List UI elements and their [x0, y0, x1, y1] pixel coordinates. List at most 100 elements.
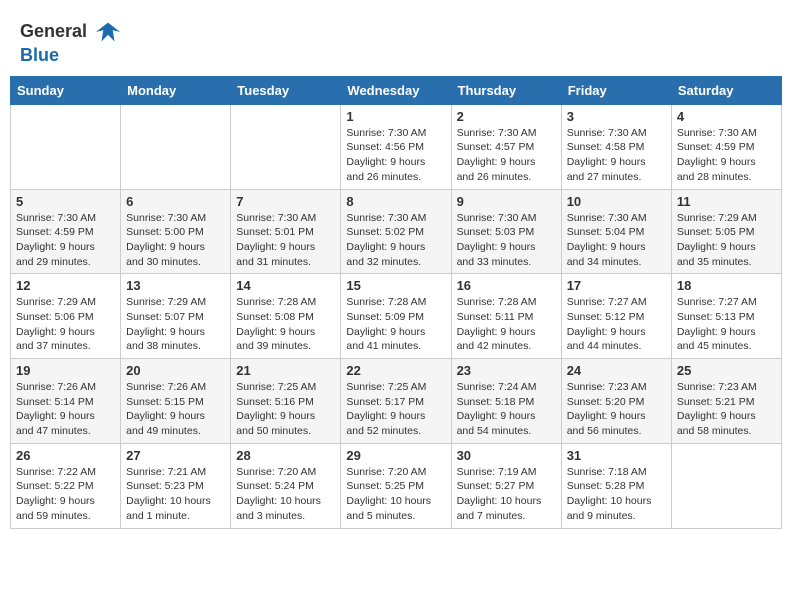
- calendar-cell: 5Sunrise: 7:30 AM Sunset: 4:59 PM Daylig…: [11, 189, 121, 274]
- cell-date-number: 22: [346, 363, 445, 378]
- cell-daylight-info: Sunrise: 7:23 AM Sunset: 5:21 PM Dayligh…: [677, 380, 776, 439]
- cell-date-number: 28: [236, 448, 335, 463]
- calendar-cell: 25Sunrise: 7:23 AM Sunset: 5:21 PM Dayli…: [671, 359, 781, 444]
- calendar-cell: [11, 104, 121, 189]
- calendar-cell: 15 Sunrise: 7:28 AM Sunset: 5:09 PM Dayli…: [341, 274, 451, 359]
- weekday-header-sunday: Sunday: [11, 76, 121, 104]
- logo-blue: Blue: [20, 45, 59, 65]
- calendar-week-row: 12 Sunrise: 7:29 AM Sunset: 5:06 PM Dayli…: [11, 274, 782, 359]
- cell-daylight-info: Sunrise: 7:19 AM Sunset: 5:27 PM Dayligh…: [457, 465, 556, 524]
- cell-daylight-info: Sunrise: 7:20 AM Sunset: 5:25 PM Dayligh…: [346, 465, 445, 524]
- cell-daylight-info: Sunrise: 7:30 AM Sunset: 4:58 PM Dayligh…: [567, 126, 666, 185]
- cell-date-number: 31: [567, 448, 666, 463]
- cell-daylight-info: Sunrise: 7:30 AM Sunset: 5:03 PM Dayligh…: [457, 211, 556, 270]
- calendar-cell: 7 Sunrise: 7:30 AM Sunset: 5:01 PM Daylig…: [231, 189, 341, 274]
- cell-date-number: 7: [236, 194, 335, 209]
- calendar-cell: 20 Sunrise: 7:26 AM Sunset: 5:15 PM Dayli…: [121, 359, 231, 444]
- cell-daylight-info: Sunrise: 7:29 AM Sunset: 5:06 PM Dayligh…: [16, 295, 115, 354]
- cell-daylight-info: Sunrise: 7:22 AM Sunset: 5:22 PM Dayligh…: [16, 465, 115, 524]
- cell-daylight-info: Sunrise: 7:25 AM Sunset: 5:17 PM Dayligh…: [346, 380, 445, 439]
- cell-date-number: 20: [126, 363, 225, 378]
- cell-daylight-info: Sunrise: 7:25 AM Sunset: 5:16 PM Dayligh…: [236, 380, 335, 439]
- calendar-cell: 11 Sunrise: 7:29 AM Sunset: 5:05 PM Dayli…: [671, 189, 781, 274]
- weekday-header-tuesday: Tuesday: [231, 76, 341, 104]
- calendar-cell: 21Sunrise: 7:25 AM Sunset: 5:16 PM Dayli…: [231, 359, 341, 444]
- calendar-cell: 24 Sunrise: 7:23 AM Sunset: 5:20 PM Dayli…: [561, 359, 671, 444]
- cell-date-number: 24: [567, 363, 666, 378]
- cell-daylight-info: Sunrise: 7:26 AM Sunset: 5:15 PM Dayligh…: [126, 380, 225, 439]
- cell-date-number: 2: [457, 109, 556, 124]
- calendar-week-row: 5Sunrise: 7:30 AM Sunset: 4:59 PM Daylig…: [11, 189, 782, 274]
- calendar-cell: 16Sunrise: 7:28 AM Sunset: 5:11 PM Dayli…: [451, 274, 561, 359]
- cell-date-number: 26: [16, 448, 115, 463]
- calendar-cell: 22 Sunrise: 7:25 AM Sunset: 5:17 PM Dayli…: [341, 359, 451, 444]
- calendar-cell: 18Sunrise: 7:27 AM Sunset: 5:13 PM Dayli…: [671, 274, 781, 359]
- calendar-cell: 6 Sunrise: 7:30 AM Sunset: 5:00 PM Daylig…: [121, 189, 231, 274]
- cell-date-number: 4: [677, 109, 776, 124]
- calendar-cell: 2 Sunrise: 7:30 AM Sunset: 4:57 PM Daylig…: [451, 104, 561, 189]
- cell-date-number: 9: [457, 194, 556, 209]
- calendar-cell: 26 Sunrise: 7:22 AM Sunset: 5:22 PM Dayli…: [11, 443, 121, 528]
- cell-daylight-info: Sunrise: 7:18 AM Sunset: 5:28 PM Dayligh…: [567, 465, 666, 524]
- cell-date-number: 11: [677, 194, 776, 209]
- weekday-header-friday: Friday: [561, 76, 671, 104]
- calendar-cell: 12 Sunrise: 7:29 AM Sunset: 5:06 PM Dayli…: [11, 274, 121, 359]
- cell-date-number: 10: [567, 194, 666, 209]
- cell-daylight-info: Sunrise: 7:30 AM Sunset: 5:01 PM Dayligh…: [236, 211, 335, 270]
- cell-date-number: 6: [126, 194, 225, 209]
- cell-daylight-info: Sunrise: 7:29 AM Sunset: 5:07 PM Dayligh…: [126, 295, 225, 354]
- calendar-cell: 9 Sunrise: 7:30 AM Sunset: 5:03 PM Daylig…: [451, 189, 561, 274]
- cell-daylight-info: Sunrise: 7:28 AM Sunset: 5:11 PM Dayligh…: [457, 295, 556, 354]
- calendar-cell: 31 Sunrise: 7:18 AM Sunset: 5:28 PM Dayli…: [561, 443, 671, 528]
- cell-date-number: 13: [126, 278, 225, 293]
- cell-date-number: 15: [346, 278, 445, 293]
- cell-daylight-info: Sunrise: 7:30 AM Sunset: 4:59 PM Dayligh…: [677, 126, 776, 185]
- calendar-cell: 8 Sunrise: 7:30 AM Sunset: 5:02 PM Daylig…: [341, 189, 451, 274]
- calendar-cell: 13 Sunrise: 7:29 AM Sunset: 5:07 PM Dayli…: [121, 274, 231, 359]
- calendar-cell: 17 Sunrise: 7:27 AM Sunset: 5:12 PM Dayli…: [561, 274, 671, 359]
- cell-daylight-info: Sunrise: 7:30 AM Sunset: 4:57 PM Dayligh…: [457, 126, 556, 185]
- cell-date-number: 23: [457, 363, 556, 378]
- calendar-cell: [121, 104, 231, 189]
- calendar-table: SundayMondayTuesdayWednesdayThursdayFrid…: [10, 76, 782, 529]
- cell-daylight-info: Sunrise: 7:29 AM Sunset: 5:05 PM Dayligh…: [677, 211, 776, 270]
- cell-date-number: 8: [346, 194, 445, 209]
- cell-daylight-info: Sunrise: 7:27 AM Sunset: 5:12 PM Dayligh…: [567, 295, 666, 354]
- calendar-cell: 27Sunrise: 7:21 AM Sunset: 5:23 PM Dayli…: [121, 443, 231, 528]
- weekday-header-row: SundayMondayTuesdayWednesdayThursdayFrid…: [11, 76, 782, 104]
- cell-daylight-info: Sunrise: 7:20 AM Sunset: 5:24 PM Dayligh…: [236, 465, 335, 524]
- cell-daylight-info: Sunrise: 7:30 AM Sunset: 4:56 PM Dayligh…: [346, 126, 445, 185]
- calendar-cell: 19Sunrise: 7:26 AM Sunset: 5:14 PM Dayli…: [11, 359, 121, 444]
- header: General Blue: [10, 10, 782, 72]
- cell-daylight-info: Sunrise: 7:30 AM Sunset: 5:02 PM Dayligh…: [346, 211, 445, 270]
- weekday-header-thursday: Thursday: [451, 76, 561, 104]
- cell-date-number: 1: [346, 109, 445, 124]
- calendar-week-row: 1 Sunrise: 7:30 AM Sunset: 4:56 PM Daylig…: [11, 104, 782, 189]
- cell-daylight-info: Sunrise: 7:21 AM Sunset: 5:23 PM Dayligh…: [126, 465, 225, 524]
- weekday-header-saturday: Saturday: [671, 76, 781, 104]
- calendar-cell: 23 Sunrise: 7:24 AM Sunset: 5:18 PM Dayli…: [451, 359, 561, 444]
- calendar-cell: 28 Sunrise: 7:20 AM Sunset: 5:24 PM Dayli…: [231, 443, 341, 528]
- cell-date-number: 14: [236, 278, 335, 293]
- calendar-week-row: 19Sunrise: 7:26 AM Sunset: 5:14 PM Dayli…: [11, 359, 782, 444]
- cell-daylight-info: Sunrise: 7:27 AM Sunset: 5:13 PM Dayligh…: [677, 295, 776, 354]
- calendar-cell: 14Sunrise: 7:28 AM Sunset: 5:08 PM Dayli…: [231, 274, 341, 359]
- cell-date-number: 3: [567, 109, 666, 124]
- cell-daylight-info: Sunrise: 7:30 AM Sunset: 4:59 PM Dayligh…: [16, 211, 115, 270]
- calendar-cell: [671, 443, 781, 528]
- cell-date-number: 12: [16, 278, 115, 293]
- cell-daylight-info: Sunrise: 7:30 AM Sunset: 5:00 PM Dayligh…: [126, 211, 225, 270]
- cell-daylight-info: Sunrise: 7:23 AM Sunset: 5:20 PM Dayligh…: [567, 380, 666, 439]
- logo-bird-icon: [94, 18, 122, 46]
- calendar-cell: 29 Sunrise: 7:20 AM Sunset: 5:25 PM Dayli…: [341, 443, 451, 528]
- cell-daylight-info: Sunrise: 7:28 AM Sunset: 5:09 PM Dayligh…: [346, 295, 445, 354]
- cell-date-number: 17: [567, 278, 666, 293]
- calendar-cell: 30 Sunrise: 7:19 AM Sunset: 5:27 PM Dayli…: [451, 443, 561, 528]
- cell-daylight-info: Sunrise: 7:24 AM Sunset: 5:18 PM Dayligh…: [457, 380, 556, 439]
- calendar-cell: 4 Sunrise: 7:30 AM Sunset: 4:59 PM Daylig…: [671, 104, 781, 189]
- cell-date-number: 30: [457, 448, 556, 463]
- cell-date-number: 29: [346, 448, 445, 463]
- calendar-cell: 10Sunrise: 7:30 AM Sunset: 5:04 PM Dayli…: [561, 189, 671, 274]
- calendar-cell: 3 Sunrise: 7:30 AM Sunset: 4:58 PM Daylig…: [561, 104, 671, 189]
- cell-daylight-info: Sunrise: 7:26 AM Sunset: 5:14 PM Dayligh…: [16, 380, 115, 439]
